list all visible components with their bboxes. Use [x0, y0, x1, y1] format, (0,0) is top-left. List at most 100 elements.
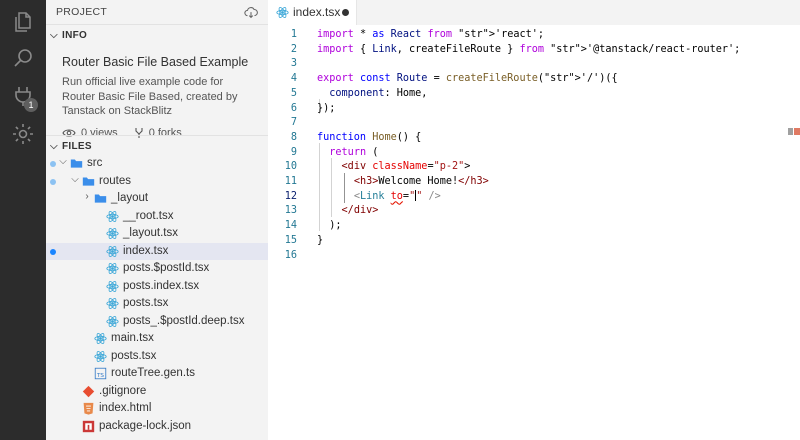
code-line[interactable]: 16	[268, 249, 788, 264]
folder-icon	[82, 175, 95, 188]
code-line[interactable]: 8 function Home() {	[268, 131, 788, 146]
project-description: Run official live example code for Route…	[62, 76, 238, 117]
tree-file-row[interactable]: _layout.tsx	[46, 225, 268, 243]
code-line[interactable]: 9 return (	[268, 146, 788, 161]
gear-icon[interactable]	[11, 122, 35, 146]
chevron-right-icon[interactable]: ›	[82, 191, 92, 202]
code-line[interactable]: 12 <Link to="" />	[268, 190, 788, 205]
tree-item-label: posts_.$postId.deep.tsx	[123, 314, 245, 327]
typescript-file-icon: TS	[94, 367, 107, 380]
tree-item-label: package-lock.json	[99, 419, 192, 432]
react-file-icon	[106, 297, 119, 310]
code-line[interactable]: 6});	[268, 102, 788, 117]
code-line[interactable]: 4 export const Route = createFileRoute("s…	[268, 72, 788, 87]
tree-item-label: index.html	[99, 402, 152, 414]
project-title: Router Basic File Based Example	[62, 55, 249, 69]
tree-file-row[interactable]: TS routeTree.gen.ts	[46, 365, 268, 383]
tree-folder-row[interactable]: › _layout	[46, 190, 268, 208]
editor: index.tsx 1 import * as React from "str">…	[268, 0, 800, 440]
tree-file-row[interactable]: main.tsx	[46, 330, 268, 348]
tree-folder-row[interactable]: ⌵ routes	[46, 173, 268, 191]
code-line[interactable]: 5 component: Home,	[268, 87, 788, 102]
modified-dot-icon	[50, 248, 56, 255]
code-text: <h3>Welcome Home!</h3>	[353, 176, 489, 187]
tree-item-label: __root.tsx	[123, 209, 174, 222]
code-text: }	[317, 234, 324, 246]
modified-dot-icon	[50, 178, 56, 185]
code-text: });	[317, 102, 336, 114]
code-text: export const Route = createFileRoute("st…	[317, 73, 618, 85]
tab-bar: index.tsx	[268, 0, 800, 25]
chevron-down-icon: ⌵	[50, 30, 58, 41]
line-number: 11	[284, 176, 297, 187]
tree-file-row[interactable]: posts.tsx	[46, 348, 268, 366]
tree-file-row[interactable]: __root.tsx	[46, 208, 268, 226]
line-number: 7	[290, 117, 297, 129]
react-file-icon	[94, 332, 107, 345]
project-info: Router Basic File Based Example Run offi…	[46, 47, 268, 147]
tree-item-label: posts.index.tsx	[123, 279, 200, 292]
folder-icon	[94, 192, 107, 205]
files-section-title: FILES	[62, 141, 92, 152]
line-number: 12	[284, 190, 297, 202]
svg-text:TS: TS	[96, 373, 104, 379]
line-number: 16	[284, 249, 297, 261]
tree-item-label: src	[87, 157, 103, 169]
tree-file-row[interactable]: index.html	[46, 400, 268, 418]
code-text: function Home() {	[317, 131, 422, 143]
line-number: 3	[290, 58, 297, 70]
code-text: );	[317, 220, 342, 232]
tree-file-row[interactable]: posts.index.tsx	[46, 278, 268, 296]
code-text: import * as React from "str">'react';	[317, 29, 545, 40]
code-text: </div>	[341, 205, 379, 217]
tree-file-row[interactable]: posts_.$postId.deep.tsx	[46, 313, 268, 331]
code-line[interactable]: 13 </div>	[268, 204, 788, 219]
tree-file-row[interactable]: .gitignore	[46, 383, 268, 401]
activity-bar: 1	[0, 0, 46, 440]
tab-index-tsx[interactable]: index.tsx	[268, 0, 357, 25]
tree-item-label: index.tsx	[123, 244, 169, 257]
code-line[interactable]: 14 );	[268, 219, 788, 234]
modified-dot-icon	[50, 161, 56, 167]
git-file-icon	[82, 385, 95, 398]
tree-file-row[interactable]: package-lock.json	[46, 418, 268, 436]
code-line[interactable]: 11 <h3>Welcome Home!</h3>	[268, 175, 788, 190]
code-line[interactable]: 7	[268, 116, 788, 131]
line-number: 10	[284, 161, 297, 173]
search-icon[interactable]	[11, 46, 35, 70]
line-number: 13	[284, 205, 297, 217]
tree-file-row[interactable]: index.tsx	[46, 242, 268, 260]
plug-icon[interactable]: 1	[11, 84, 38, 112]
code-line[interactable]: 15}	[268, 234, 788, 249]
files-icon[interactable]	[11, 10, 35, 34]
tree-item-label: routeTree.gen.ts	[111, 367, 195, 379]
chevron-down-icon[interactable]: ⌵	[58, 156, 68, 167]
react-file-icon	[276, 6, 289, 19]
code-text: <Link to="" />	[353, 190, 441, 202]
code-area[interactable]: 1 import * as React from "str">'react'; 2 i…	[268, 26, 788, 440]
unsaved-dot-icon[interactable]	[342, 9, 349, 16]
npm-file-icon	[82, 420, 95, 433]
code-line[interactable]: 1 import * as React from "str">'react';	[268, 28, 788, 43]
tree-file-row[interactable]: posts.$postId.tsx	[46, 260, 268, 278]
react-file-icon	[106, 315, 119, 328]
tree-file-row[interactable]: posts.tsx	[46, 295, 268, 313]
code-line[interactable]: 3	[268, 57, 788, 72]
line-number: 1	[290, 29, 297, 40]
tree-folder-row[interactable]: ⌵ src	[46, 155, 268, 173]
react-file-icon	[106, 280, 119, 293]
overview-ruler-marker	[788, 128, 800, 136]
react-file-icon	[106, 262, 119, 275]
folder-icon	[70, 157, 83, 170]
info-section-header[interactable]: ⌵ INFO	[46, 24, 268, 47]
code-line[interactable]: 10 <div className="p-2">	[268, 160, 788, 175]
chevron-down-icon[interactable]: ⌵	[70, 174, 80, 185]
code-text: import { Link, createFileRoute } from "s…	[317, 43, 741, 55]
code-line[interactable]: 2 import { Link, createFileRoute } from "…	[268, 43, 788, 58]
tree-item-label: _layout	[111, 192, 149, 204]
code-text: component: Home,	[329, 87, 428, 99]
code-text: <div className="p-2">	[341, 161, 471, 173]
cloud-download-icon[interactable]	[244, 5, 258, 19]
line-number: 9	[290, 146, 297, 158]
line-number: 4	[290, 73, 297, 85]
